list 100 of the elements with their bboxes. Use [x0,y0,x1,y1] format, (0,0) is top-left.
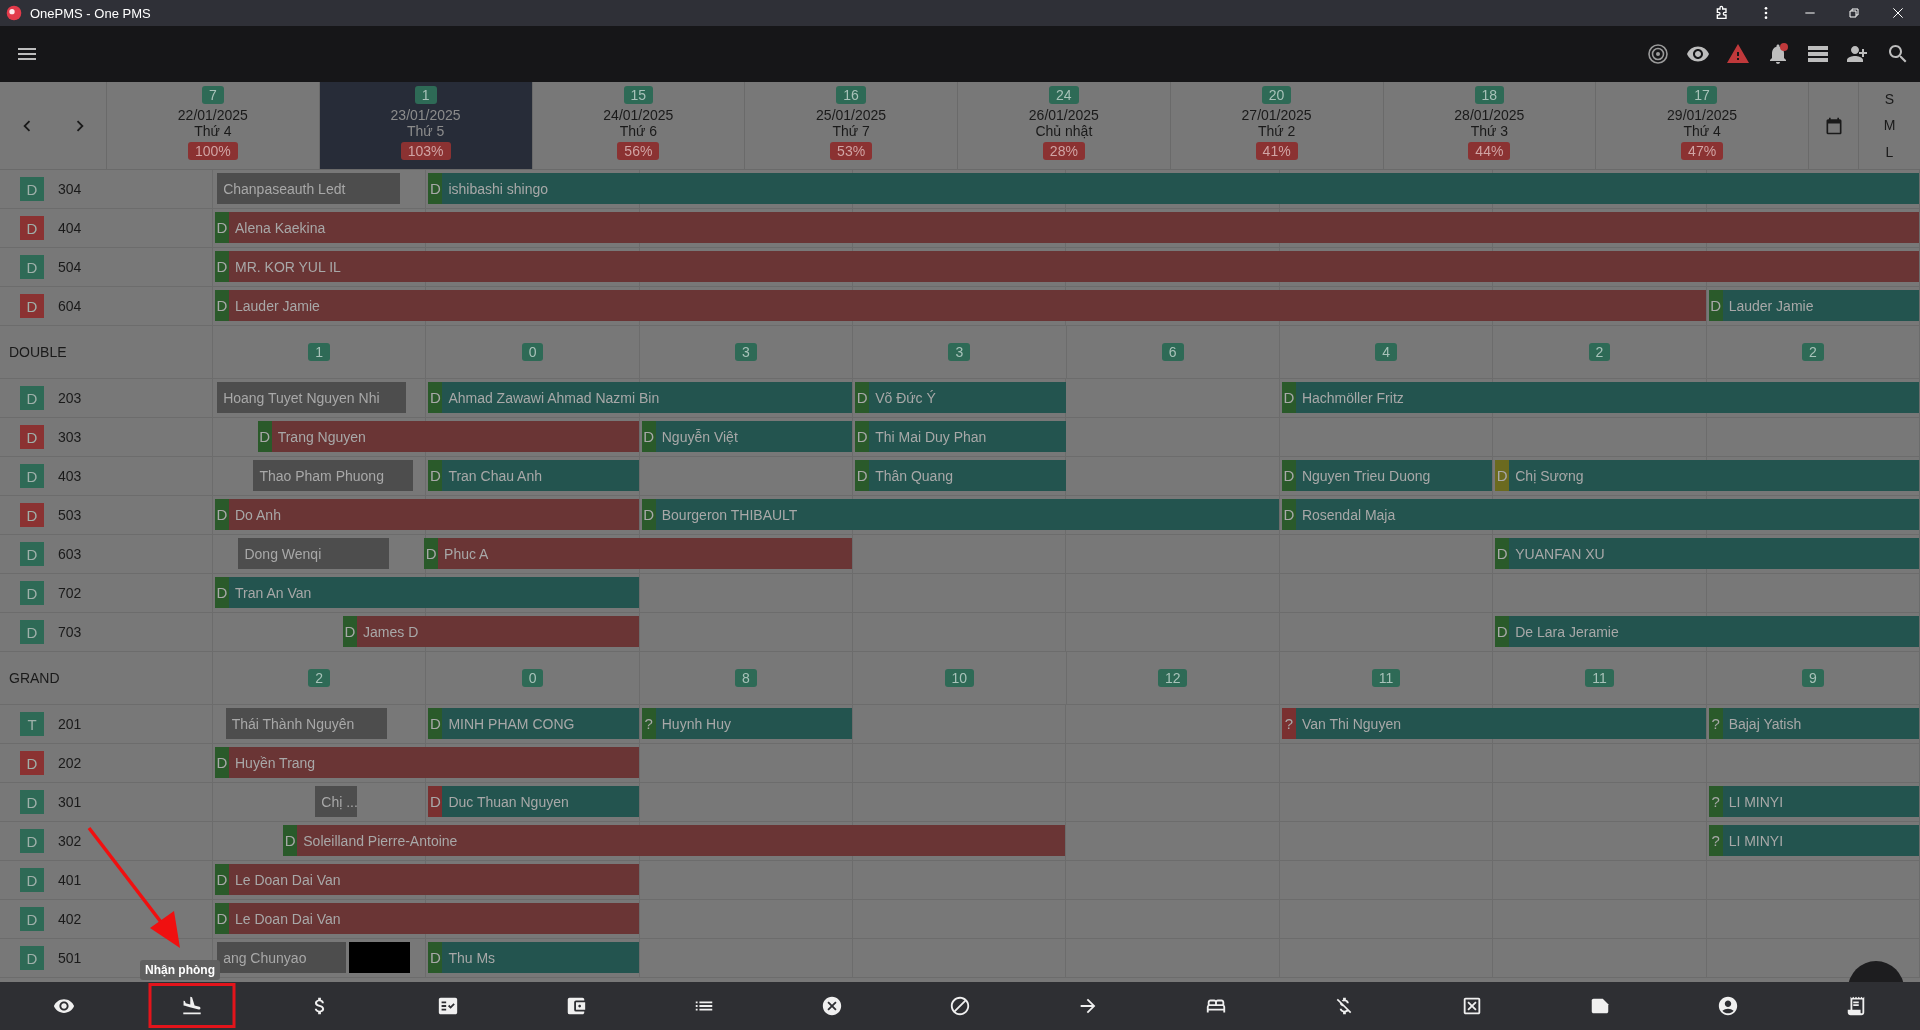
booking-bar[interactable]: D Do Anh [215,499,639,530]
occupancy-badge: 44% [1468,142,1511,160]
booking-bar[interactable]: D MR. KOR YUL IL [215,251,1919,282]
date-column-header[interactable]: 16 25/01/2025 Thứ 7 53% [745,82,958,169]
size-option[interactable]: M [1883,117,1896,134]
radar-icon[interactable] [1646,42,1670,66]
room-type-label: GRAND [9,670,60,686]
booking-bar[interactable]: Chanpaseauth Ledt [217,173,400,204]
date-column-header[interactable]: 17 29/01/2025 Thứ 4 47% [1596,82,1809,169]
availability-badge: 3 [735,343,757,361]
extensions-icon[interactable] [1714,5,1730,21]
booking-bar[interactable]: ? LI MINYI [1708,786,1919,817]
booking-bar[interactable]: D Lauder Jamie [1708,290,1919,321]
booking-bar[interactable]: D De Lara Jeramie [1495,616,1919,647]
guest-name: Do Anh [234,506,281,523]
room-number: 603 [58,546,82,562]
status-tag: D [1495,460,1510,491]
availability-badge: 8 [735,669,757,687]
booking-bar[interactable]: D Le Doan Dai Van [215,903,639,934]
booking-bar[interactable]: D YUANFAN XU [1495,538,1919,569]
status-tag: D [215,212,229,243]
room-number: 702 [58,585,82,601]
booking-bar[interactable]: ? Van Thi Nguyen [1281,708,1706,739]
booking-bar[interactable]: D ishibashi shingo [428,173,1919,204]
room-number: 504 [58,259,82,275]
guest-name: Le Doan Dai Van [234,871,341,888]
booking-bar[interactable]: D Thi Mai Duy Phan [855,421,1066,452]
booking-bar[interactable]: D Thân Quang [855,460,1066,491]
date-column-header[interactable]: 7 22/01/2025 Thứ 4 100% [107,82,320,169]
status-tag: D [215,499,229,530]
room-status-badge: D [20,255,44,279]
warning-icon[interactable] [1726,42,1750,66]
booking-bar[interactable]: D Nguyễn Việt [641,421,853,452]
account-icon[interactable] [1717,995,1739,1017]
booking-bar[interactable]: Dong Wenqi [238,538,390,569]
date-label: 29/01/2025 [1667,107,1738,123]
booking-bar[interactable]: D Ahmad Zawawi Ahmad Nazmi Bin [428,382,853,413]
booking-bar[interactable]: D MINH PHAM CONG [428,708,639,739]
status-tag: D [1495,616,1510,647]
booking-bar[interactable]: D Phuc A [424,538,853,569]
guest-name: Tran An Van [234,584,312,601]
booking-bar[interactable]: Thái Thành Nguyên [225,708,387,739]
booking-bar[interactable]: ? LI MINYI [1708,825,1919,856]
booking-bar[interactable]: ? Bajaj Yatish [1708,708,1919,739]
wallet-icon[interactable] [565,995,587,1017]
booking-bar[interactable]: D Hachmöller Fritz [1281,382,1919,413]
room-status-badge: D [20,868,44,892]
room-status-badge: D [20,464,44,488]
block-icon[interactable] [949,995,971,1017]
guest-name: Bajaj Yatish [1727,715,1802,732]
close-icon[interactable] [1890,5,1906,21]
date-column-header[interactable]: 20 27/01/2025 Thứ 2 41% [1170,82,1384,169]
date-column-header[interactable]: 18 28/01/2025 Thứ 3 44% [1383,82,1597,169]
booking-bar[interactable]: Hoang Tuyet Nguyen Nhi [217,382,407,413]
booking-bar[interactable]: Thao Pham Phuong [253,460,413,491]
booking-bar[interactable]: D Thu Ms [428,942,639,973]
booking-bar[interactable]: D Huyền Trang [215,747,639,778]
booking-bar[interactable]: D Bourgeron THIBAULT [641,499,1279,530]
room-number: 402 [58,911,82,927]
date-column-header[interactable]: 24 26/01/2025 Chủ nhật 28% [958,82,1171,169]
guest-name: Van Thi Nguyen [1300,715,1401,732]
date-column-header[interactable]: 15 24/01/2025 Thứ 6 56% [532,82,746,169]
status-tag: D [428,942,443,973]
booking-bar[interactable]: D Soleilland Pierre-Antoine [283,825,1066,856]
checklist-icon[interactable] [437,995,459,1017]
availability-badge: 10 [944,669,975,687]
x-box-icon[interactable] [1461,995,1483,1017]
booking-bar[interactable]: D James D [343,616,639,647]
guest-name: Hoang Tuyet Nguyen Nhi [222,389,380,406]
receipt-icon[interactable] [1845,995,1867,1017]
size-option[interactable]: L [1885,143,1894,160]
booking-bar[interactable]: D Le Doan Dai Van [215,864,639,895]
cancel-icon[interactable] [821,995,843,1017]
booking-bar[interactable]: ang Chunyao [217,942,347,973]
booking-bar[interactable]: D Tran Chau Anh [428,460,639,491]
room-number: 301 [58,794,82,810]
booking-bar[interactable]: D Trang Nguyen [257,421,639,452]
guest-name: Nguyen Trieu Duong [1300,467,1431,484]
status-tag: ? [1708,825,1723,856]
room-number: 303 [58,429,82,445]
booking-bar[interactable]: D Lauder Jamie [215,290,1706,321]
count-badge: 17 [1687,86,1717,104]
guest-name: Huynh Huy [660,715,731,732]
guest-name: MR. KOR YUL IL [234,258,341,275]
size-option[interactable]: S [1884,91,1895,108]
booking-bar[interactable]: D Tran An Van [215,577,639,608]
booking-bar[interactable]: Chị ... [315,786,358,817]
availability-badge: 12 [1157,669,1188,687]
booking-bar[interactable]: D Alena Kaekina [215,212,1919,243]
booking-bar[interactable]: D Rosendal Maja [1281,499,1919,530]
date-column-header[interactable]: 1 23/01/2025 Thứ 5 103% [319,82,533,169]
status-tag: D [424,538,439,569]
landing-plane-icon[interactable] [181,995,203,1017]
booking-bar[interactable]: D Duc Thuan Nguyen [428,786,639,817]
booking-bar[interactable]: D Nguyen Trieu Duong [1281,460,1493,491]
booking-bar[interactable]: ? Huynh Huy [641,708,853,739]
booking-bar[interactable]: D Chị Sương [1495,460,1919,491]
booking-bar[interactable]: D Võ Đức Ý [855,382,1066,413]
restore-icon[interactable] [1846,5,1862,21]
status-tag: D [641,499,656,530]
